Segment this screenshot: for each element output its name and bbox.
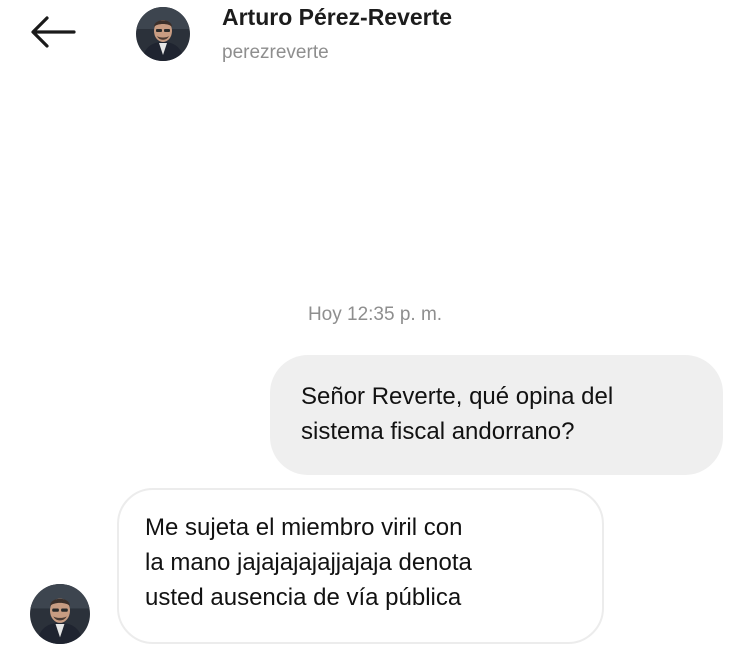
message-line: la mano jajajajajajjajaja denota [145,549,472,576]
message-line: sistema fiscal andorrano? [301,418,575,445]
sender-avatar[interactable] [30,584,90,644]
message-line: usted ausencia de vía pública [145,584,462,611]
arrow-left-icon [31,16,76,48]
profile-photo-icon [30,584,90,644]
back-button[interactable] [28,12,78,52]
sent-message-bubble[interactable]: Señor Reverte, qué opina del sistema fis… [270,355,723,475]
chat-header: Arturo Pérez-Reverte perezreverte [0,0,750,80]
contact-name[interactable]: Arturo Pérez-Reverte [222,4,452,31]
direct-message-screen: Arturo Pérez-Reverte perezreverte Hoy 12… [0,0,750,663]
received-message-bubble[interactable]: Me sujeta el miembro viril con la mano j… [117,488,604,644]
contact-username: perezreverte [222,42,329,63]
message-line: Me sujeta el miembro viril con [145,514,463,541]
profile-photo-icon [136,7,190,61]
contact-avatar[interactable] [136,7,190,61]
message-line: Señor Reverte, qué opina del [301,383,614,410]
message-timestamp: Hoy 12:35 p. m. [307,304,443,325]
